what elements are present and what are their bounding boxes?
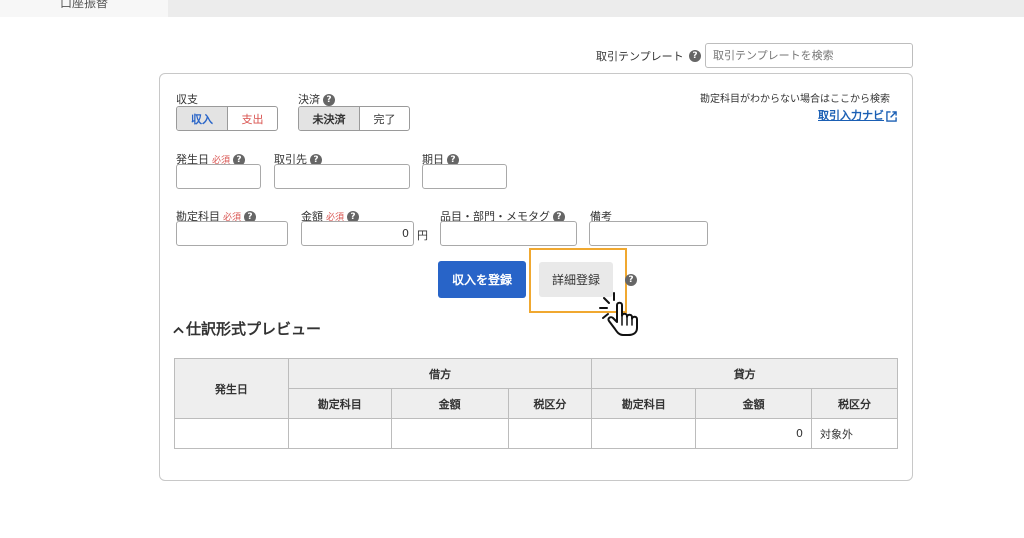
cell-debit-tax (507, 418, 593, 449)
template-help-icon[interactable]: ? (689, 50, 701, 62)
header-credit-tax: 税区分 (811, 388, 898, 419)
header-credit: 貸方 (591, 358, 898, 389)
cell-date (174, 418, 289, 449)
account-input[interactable] (176, 221, 288, 246)
tab-transfer-label: 口座振替 (60, 0, 109, 10)
journal-preview-title[interactable]: 仕訳形式プレビュー (173, 318, 321, 339)
settlement-toggle: 未決済 完了 (298, 106, 410, 131)
notes-input[interactable] (589, 221, 708, 246)
expense-option[interactable]: 支出 (227, 107, 277, 130)
template-label: 取引テンプレート (596, 50, 684, 63)
income-expense-label: 収支 (176, 93, 198, 106)
cell-debit-amount (390, 418, 509, 449)
cell-credit-tax: 対象外 (811, 418, 898, 449)
tab-transfer[interactable]: 口座振替 (0, 0, 168, 17)
external-link-icon (886, 110, 897, 122)
partner-input[interactable] (274, 164, 410, 189)
amount-input[interactable]: 0 (301, 221, 414, 246)
header-debit-tax: 税区分 (507, 388, 593, 419)
due-date-input[interactable] (422, 164, 507, 189)
completed-option[interactable]: 完了 (359, 107, 409, 130)
journal-preview-table: 発生日 借方 貸方 勘定科目 金額 税区分 勘定科目 金額 税区分 0 対象外 (174, 358, 898, 449)
detail-help-icon[interactable]: ? (625, 274, 637, 286)
income-expense-toggle: 収入 支出 (176, 106, 278, 131)
header-debit: 借方 (287, 358, 593, 389)
header-date: 発生日 (174, 358, 289, 419)
journal-preview-label: 仕訳形式プレビュー (186, 320, 322, 338)
date-input[interactable] (176, 164, 261, 189)
unsettled-option[interactable]: 未決済 (299, 107, 359, 130)
amount-unit: 円 (417, 229, 428, 242)
settlement-help-icon[interactable]: ? (323, 94, 335, 106)
account-hint-text: 勘定科目がわからない場合はここから検索 (700, 94, 890, 105)
template-search-input[interactable] (705, 43, 913, 68)
settlement-label-text: 決済 (298, 93, 320, 106)
top-tab-bar: 口座振替 (0, 0, 1024, 17)
income-option[interactable]: 収入 (177, 107, 227, 130)
register-income-button[interactable]: 収入を登録 (438, 261, 526, 298)
entry-navi-label: 取引入力ナビ (818, 109, 884, 122)
header-debit-amount: 金額 (390, 388, 509, 419)
amount-value: 0 (402, 227, 409, 240)
cell-credit-account (591, 418, 697, 449)
header-credit-amount: 金額 (695, 388, 813, 419)
header-credit-account: 勘定科目 (591, 388, 697, 419)
chevron-up-icon (173, 326, 184, 333)
tags-input[interactable] (440, 221, 577, 246)
cell-debit-account (287, 418, 392, 449)
hand-pointer-icon (599, 292, 638, 336)
cell-credit-amount: 0 (695, 418, 813, 449)
table-row: 0 対象外 (174, 418, 898, 449)
header-debit-account: 勘定科目 (287, 388, 392, 419)
settlement-label: 決済? (298, 91, 335, 107)
entry-navi-link[interactable]: 取引入力ナビ (818, 107, 897, 123)
